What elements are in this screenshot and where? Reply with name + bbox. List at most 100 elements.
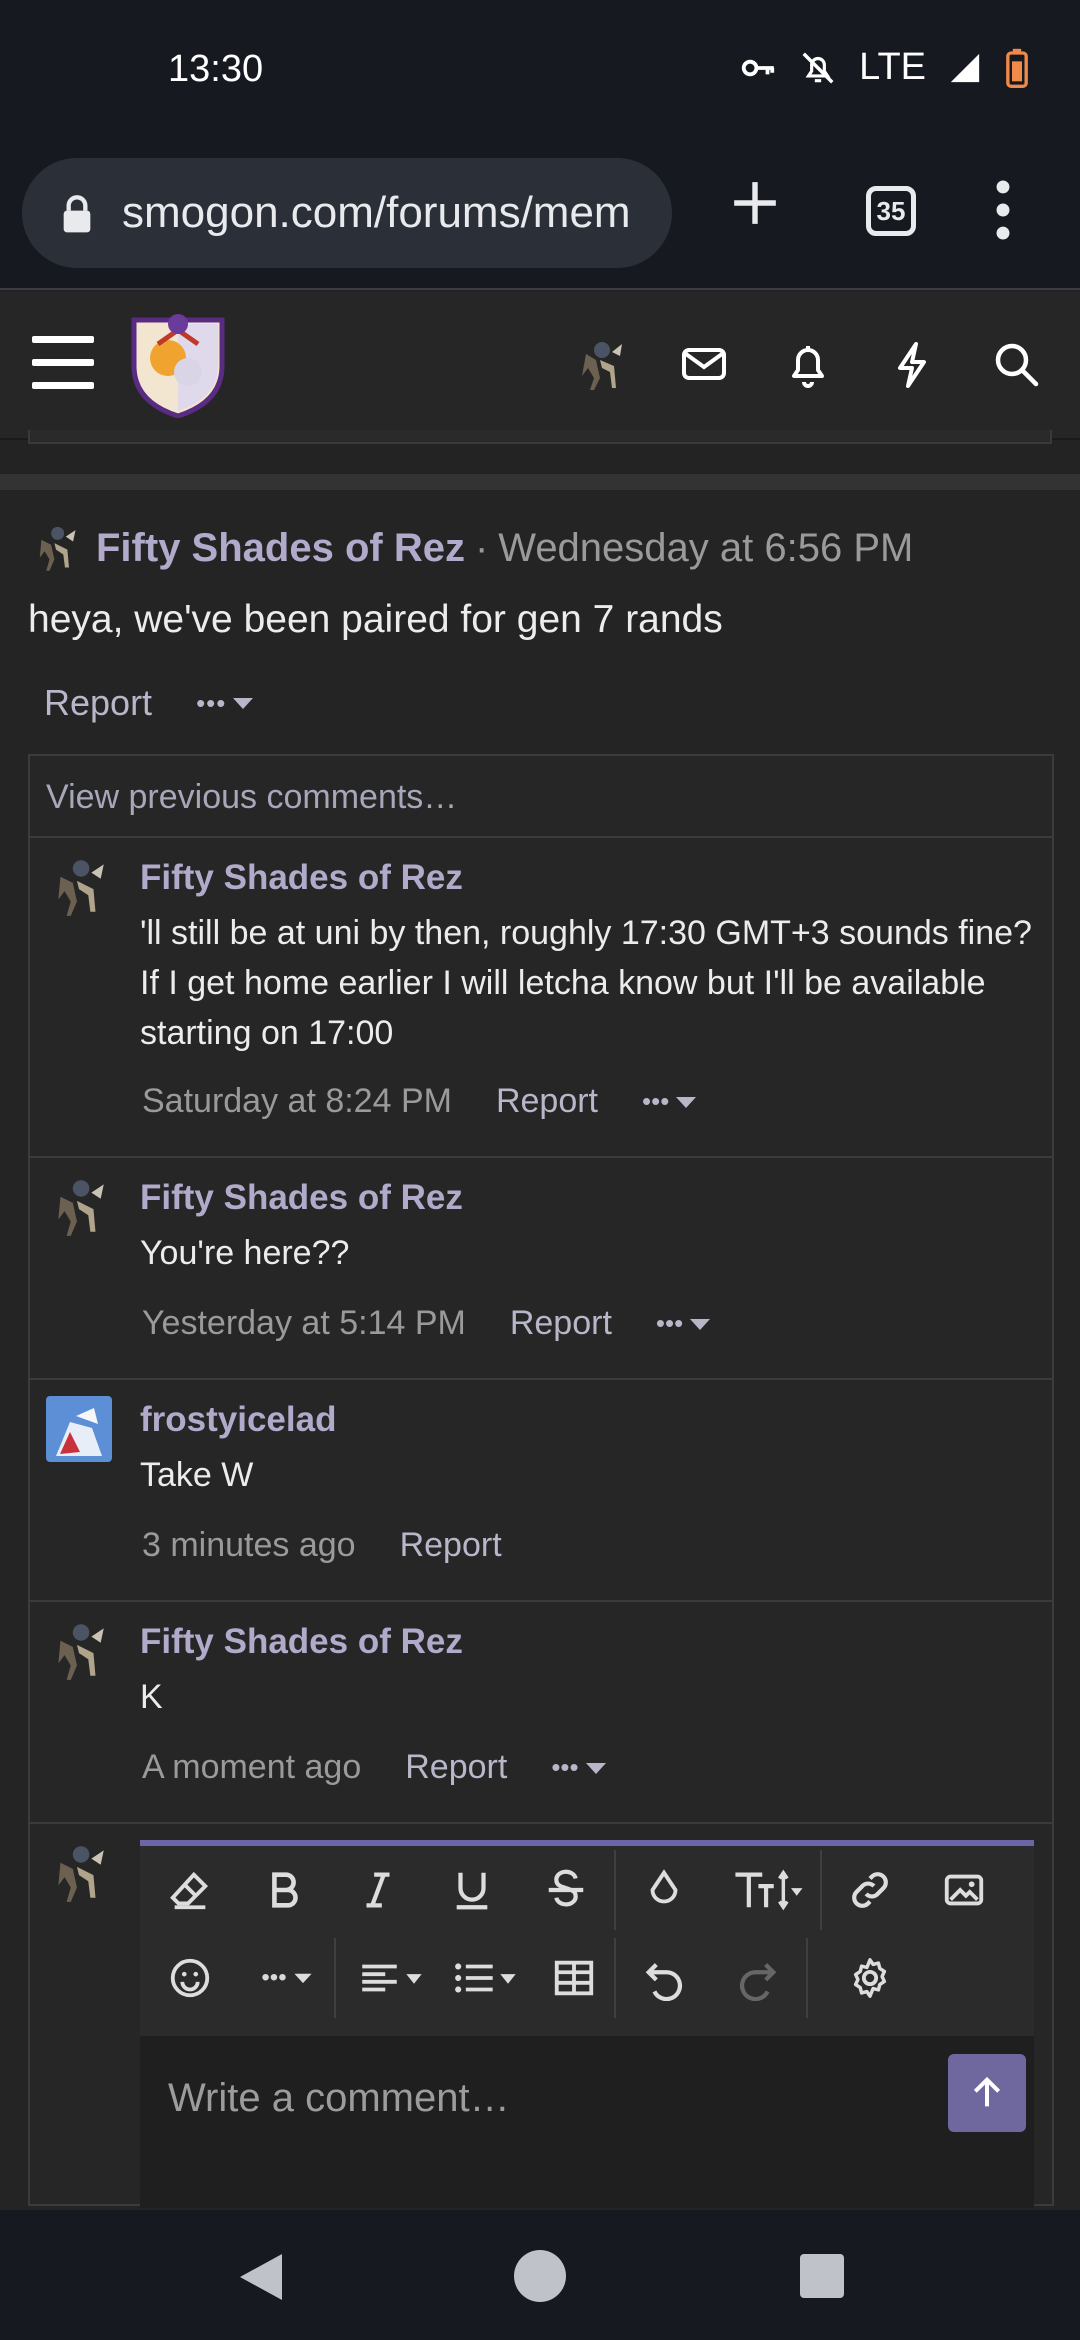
url-text[interactable]: smogon.com/forums/mem (122, 188, 631, 238)
site-logo[interactable] (128, 310, 228, 418)
eraser-icon[interactable] (150, 1850, 230, 1930)
underline-icon[interactable] (432, 1850, 512, 1930)
comment-text: K (140, 1678, 163, 1716)
bold-icon[interactable] (244, 1850, 324, 1930)
new-tab-icon[interactable] (730, 178, 780, 228)
comment-date[interactable]: 3 minutes ago (142, 1526, 356, 1565)
comment-item: Fifty Shades of Rez You're here?? Yester… (30, 1158, 1052, 1380)
send-button[interactable] (948, 2054, 1026, 2132)
comment-author[interactable]: frostyicelad (140, 1400, 336, 1440)
align-icon[interactable] (346, 1938, 436, 2018)
comment-author[interactable]: Fifty Shades of Rez (140, 1178, 463, 1218)
comment-text: Take W (140, 1456, 254, 1494)
more-menu[interactable]: ••• (196, 688, 254, 719)
more-dots: ••• (261, 1964, 287, 1991)
arrow-up-icon (973, 2076, 1001, 2107)
address-bar[interactable]: smogon.com/forums/mem (22, 158, 672, 268)
link-icon[interactable] (830, 1850, 910, 1930)
comment-input[interactable]: Write a comment… (140, 2036, 1034, 2208)
post-body: heya, we've been paired for gen 7 rands (28, 598, 723, 641)
comment-avatar[interactable] (46, 1618, 112, 1684)
italic-icon[interactable] (338, 1850, 418, 1930)
key-icon (741, 59, 775, 76)
strikethrough-icon[interactable] (526, 1850, 606, 1930)
author-avatar[interactable] (30, 522, 82, 574)
report-link[interactable]: Report (44, 682, 152, 724)
menu-dots-icon[interactable] (996, 180, 1010, 240)
post-author[interactable]: Fifty Shades of Rez (96, 526, 465, 571)
status-time: 13:30 (168, 48, 264, 90)
comment-date[interactable]: A moment ago (142, 1748, 361, 1787)
home-icon[interactable] (514, 2250, 566, 2302)
more-menu[interactable]: ••• (656, 1308, 711, 1339)
divider (0, 474, 1080, 490)
more-menu[interactable]: ••• (551, 1752, 606, 1783)
comment-meta: A moment ago Report ••• (142, 1748, 607, 1787)
list-icon[interactable] (440, 1938, 530, 2018)
bell-off-icon (802, 52, 834, 83)
previous-post-edge (28, 430, 1052, 444)
undo-icon[interactable] (624, 1938, 704, 2018)
table-icon[interactable] (534, 1938, 614, 2018)
site-header (0, 292, 1080, 440)
current-user-avatar[interactable] (46, 1840, 112, 1906)
comment-list: View previous comments… Fifty Shades of … (28, 754, 1054, 2208)
signal-icon (950, 53, 980, 82)
system-nav-bar (0, 2210, 1080, 2340)
comment-author[interactable]: Fifty Shades of Rez (140, 858, 463, 898)
mail-icon[interactable] (672, 332, 736, 396)
chevron-down-icon (233, 698, 254, 709)
redo-icon[interactable] (718, 1938, 798, 2018)
comment-item: frostyicelad Take W 3 minutes ago Report (30, 1380, 1052, 1602)
font-size-icon[interactable] (718, 1850, 818, 1930)
report-link[interactable]: Report (496, 1082, 598, 1121)
post-date[interactable]: Wednesday at 6:56 PM (498, 526, 913, 571)
hamburger-icon[interactable] (32, 336, 94, 390)
smile-icon[interactable] (150, 1938, 230, 2018)
more-dots: ••• (642, 1086, 670, 1116)
image-icon[interactable] (924, 1850, 1004, 1930)
chevron-down-icon (585, 1762, 606, 1774)
comment-date[interactable]: Yesterday at 5:14 PM (142, 1304, 466, 1343)
chevron-down-icon (690, 1318, 711, 1330)
tabs-icon[interactable]: 35 (866, 186, 916, 236)
more-menu[interactable]: ••• (642, 1086, 697, 1117)
report-link[interactable]: Report (400, 1526, 502, 1565)
more-dots: ••• (655, 1308, 684, 1338)
settings-icon[interactable] (830, 1938, 910, 2018)
comment-item: Fifty Shades of Rez K A moment ago Repor… (30, 1602, 1052, 1824)
comment-text: You're here?? (140, 1234, 350, 1272)
chevron-down-icon (676, 1096, 697, 1108)
comment-avatar[interactable] (46, 1396, 112, 1462)
comment-text: 'll still be at uni by then, roughly 17:… (140, 914, 1032, 1052)
report-link[interactable]: Report (405, 1748, 507, 1787)
comment-meta: 3 minutes ago Report (142, 1526, 502, 1565)
color-drop-icon[interactable] (624, 1850, 704, 1930)
browser-toolbar: smogon.com/forums/mem 35 (0, 140, 1080, 290)
rich-text-editor: ••• Write a comment… (140, 1840, 1034, 2208)
more-dots: ••• (551, 1752, 579, 1782)
comment-meta: Yesterday at 5:14 PM Report ••• (142, 1304, 711, 1343)
editor-toolbar: ••• (140, 1846, 1034, 2032)
post-header: Fifty Shades of Rez · Wednesday at 6:56 … (30, 522, 913, 574)
bell-icon[interactable] (776, 332, 840, 396)
search-icon[interactable] (984, 332, 1048, 396)
comment-avatar[interactable] (46, 854, 112, 920)
back-icon[interactable] (236, 2250, 286, 2304)
post-separator: · (474, 525, 489, 570)
post-actions: Report ••• (44, 682, 254, 724)
user-avatar[interactable] (568, 332, 632, 396)
comment-meta: Saturday at 8:24 PM Report ••• (142, 1082, 697, 1121)
report-link[interactable]: Report (510, 1304, 612, 1343)
comment-author[interactable]: Fifty Shades of Rez (140, 1622, 463, 1662)
network-label: LTE (859, 46, 926, 88)
view-previous-comments[interactable]: View previous comments… (30, 756, 1052, 838)
comment-date[interactable]: Saturday at 8:24 PM (142, 1082, 452, 1121)
comment-composer-row: ••• Write a comment… (30, 1824, 1052, 2208)
status-bar: 13:30 LTE (0, 0, 1080, 140)
more-options-icon[interactable]: ••• (244, 1938, 330, 2018)
comment-item: Fifty Shades of Rez 'll still be at uni … (30, 838, 1052, 1158)
comment-avatar[interactable] (46, 1174, 112, 1240)
recents-icon[interactable] (800, 2254, 844, 2298)
bolt-icon[interactable] (880, 332, 944, 396)
